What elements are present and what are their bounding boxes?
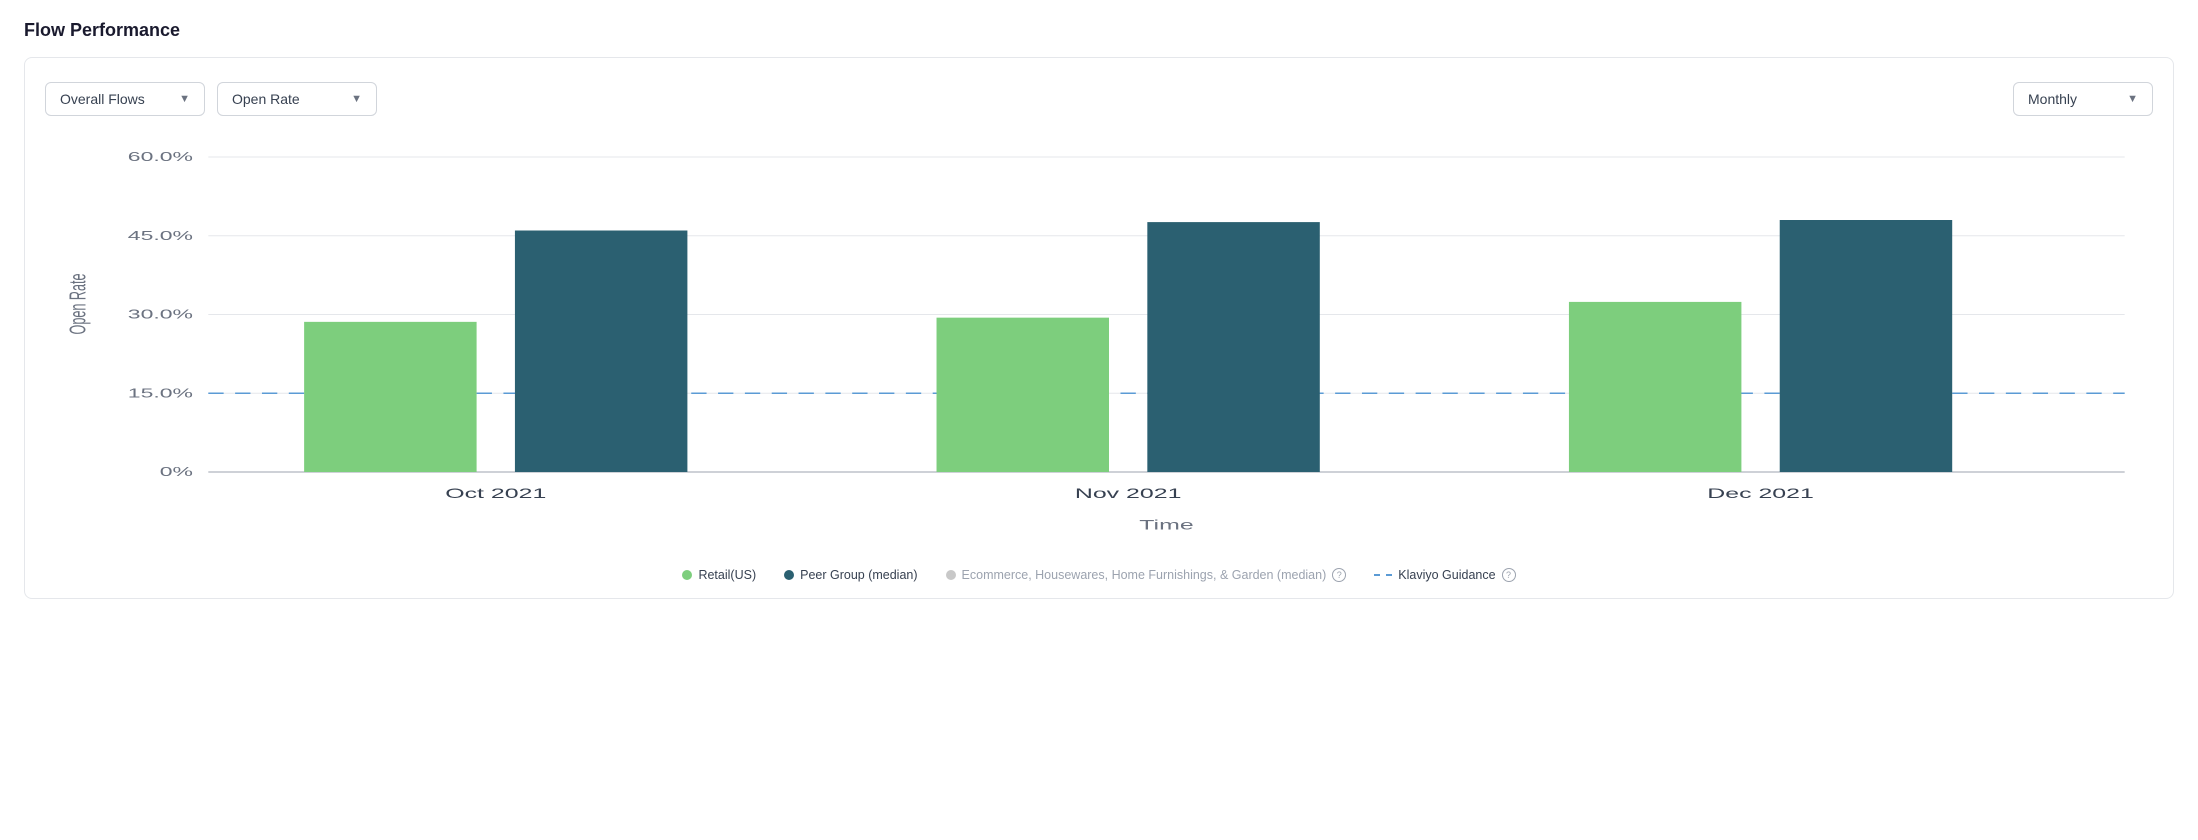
open-rate-dropdown[interactable]: Open Rate ▼ — [217, 82, 377, 116]
ecommerce-dot — [946, 570, 956, 580]
svg-text:30.0%: 30.0% — [128, 307, 193, 321]
bar-dec-peer — [1780, 220, 1952, 472]
peer-label: Peer Group (median) — [800, 568, 917, 582]
peer-dot — [784, 570, 794, 580]
legend-klaviyo: Klaviyo Guidance ? — [1374, 568, 1515, 582]
svg-text:15.0%: 15.0% — [128, 386, 193, 400]
open-rate-label: Open Rate — [232, 91, 300, 107]
monthly-label: Monthly — [2028, 91, 2077, 107]
bar-oct-retail — [304, 322, 476, 472]
bar-nov-peer — [1147, 222, 1319, 472]
legend: Retail(US) Peer Group (median) Ecommerce… — [45, 568, 2153, 582]
bar-nov-retail — [937, 318, 1109, 472]
bar-oct-peer — [515, 231, 687, 473]
chevron-down-icon-3: ▼ — [2127, 93, 2138, 105]
klaviyo-label: Klaviyo Guidance — [1398, 568, 1495, 582]
monthly-dropdown[interactable]: Monthly ▼ — [2013, 82, 2153, 116]
overall-flows-label: Overall Flows — [60, 91, 145, 107]
page-title: Flow Performance — [24, 20, 2174, 41]
chart-svg: 60.0% 45.0% 30.0% 15.0% 0% Open Rate — [55, 136, 2163, 556]
chevron-down-icon: ▼ — [179, 93, 190, 105]
legend-peer: Peer Group (median) — [784, 568, 917, 582]
klaviyo-dash — [1374, 574, 1392, 576]
svg-text:Nov 2021: Nov 2021 — [1075, 487, 1182, 502]
overall-flows-dropdown[interactable]: Overall Flows ▼ — [45, 82, 205, 116]
svg-text:Oct 2021: Oct 2021 — [445, 487, 546, 502]
svg-text:Open Rate: Open Rate — [65, 274, 91, 335]
help-icon-klaviyo[interactable]: ? — [1502, 568, 1516, 582]
svg-text:45.0%: 45.0% — [128, 228, 193, 242]
legend-ecommerce: Ecommerce, Housewares, Home Furnishings,… — [946, 568, 1347, 582]
svg-text:60.0%: 60.0% — [128, 150, 193, 164]
retail-dot — [682, 570, 692, 580]
controls-row: Overall Flows ▼ Open Rate ▼ Monthly ▼ — [45, 82, 2153, 116]
bar-dec-retail — [1569, 302, 1741, 472]
svg-text:0%: 0% — [160, 465, 193, 479]
ecommerce-label: Ecommerce, Housewares, Home Furnishings,… — [962, 568, 1327, 582]
chart-container: Overall Flows ▼ Open Rate ▼ Monthly ▼ 6 — [24, 57, 2174, 599]
chart-area: 60.0% 45.0% 30.0% 15.0% 0% Open Rate — [55, 136, 2163, 556]
legend-retail: Retail(US) — [682, 568, 756, 582]
svg-text:Time: Time — [1139, 518, 1193, 533]
svg-text:Dec 2021: Dec 2021 — [1707, 487, 1814, 502]
controls-left: Overall Flows ▼ Open Rate ▼ — [45, 82, 377, 116]
chevron-down-icon-2: ▼ — [351, 93, 362, 105]
help-icon-ecommerce[interactable]: ? — [1332, 568, 1346, 582]
retail-label: Retail(US) — [698, 568, 756, 582]
